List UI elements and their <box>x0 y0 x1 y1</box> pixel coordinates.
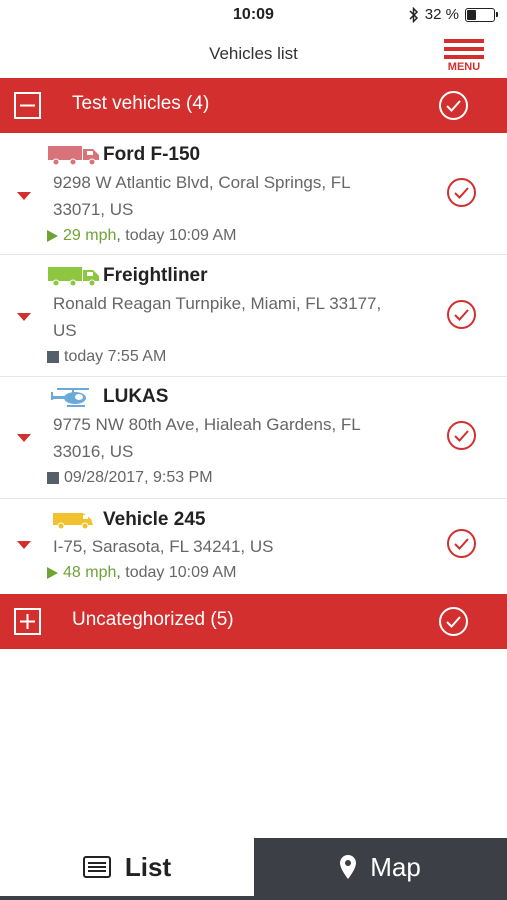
expand-icon[interactable] <box>14 608 41 635</box>
vehicle-name: Vehicle 245 <box>103 509 206 530</box>
group-header-uncateghorized[interactable]: Uncateghorized (5) <box>0 594 507 649</box>
nav-bar: Vehicles list MENU <box>0 30 507 78</box>
van-icon <box>53 513 93 530</box>
truck-icon <box>48 146 99 166</box>
check-circle-icon[interactable] <box>446 177 477 208</box>
caret-down-icon[interactable] <box>17 541 31 550</box>
address-line: I-75, Sarasota, FL 34241, US <box>53 537 274 556</box>
status-right: 32 % <box>409 6 498 23</box>
tab-list-label: List <box>124 851 172 882</box>
vehicle-speed: 48 mph <box>63 564 117 581</box>
tab-list[interactable]: List <box>0 838 254 896</box>
vehicle-time: , today 10:09 AM <box>116 227 237 244</box>
vehicle-row[interactable]: LUKAS 9775 NW 80th Ave, Hialeah Gardens,… <box>0 377 507 499</box>
battery-percent: 32 % <box>424 6 459 23</box>
vehicle-name: LUKAS <box>103 386 169 407</box>
tab-map-label: Map <box>370 851 421 882</box>
page-title: Vehicles list <box>209 44 298 63</box>
vehicle-name: Freightliner <box>103 265 208 286</box>
check-circle-icon[interactable] <box>446 528 477 559</box>
vehicle-address: 9775 NW 80th Ave, Hialeah Gardens, FL 33… <box>53 411 423 465</box>
vehicle-time: today 7:55 AM <box>64 348 167 365</box>
menu-bar-icon <box>444 55 484 59</box>
vehicle-address: I-75, Sarasota, FL 34241, US <box>53 533 423 560</box>
battery-fill <box>467 9 476 20</box>
vehicle-row[interactable]: Vehicle 245 I-75, Sarasota, FL 34241, US… <box>0 499 507 594</box>
group-label: Test vehicles (4) <box>72 93 210 114</box>
address-line: Ronald Reagan Turnpike, Miami, FL 33177, <box>53 294 382 313</box>
vehicle-status: today 7:55 AM <box>47 348 166 366</box>
collapse-icon[interactable] <box>14 92 41 119</box>
caret-down-icon[interactable] <box>17 313 31 322</box>
vehicle-row[interactable]: Freightliner Ronald Reagan Turnpike, Mia… <box>0 255 507 377</box>
caret-down-icon[interactable] <box>17 434 31 443</box>
check-circle-icon[interactable] <box>438 606 469 637</box>
menu-bar-icon <box>444 47 484 51</box>
vehicle-time: , today 10:09 AM <box>116 564 237 581</box>
address-line: 9298 W Atlantic Blvd, Coral Springs, FL <box>53 173 351 192</box>
battery-icon <box>465 7 498 22</box>
vehicle-address: 9298 W Atlantic Blvd, Coral Springs, FL … <box>53 169 423 223</box>
stopped-icon <box>47 472 59 484</box>
moving-icon <box>47 567 58 579</box>
map-pin-icon <box>340 855 357 879</box>
check-circle-icon[interactable] <box>446 299 477 330</box>
vehicle-status: 29 mph , today 10:09 AM <box>47 227 236 245</box>
stopped-icon <box>47 351 59 363</box>
caret-down-icon[interactable] <box>17 192 31 201</box>
vehicle-speed: 29 mph <box>63 227 117 244</box>
check-circle-icon[interactable] <box>446 420 477 451</box>
vehicle-row[interactable]: Ford F-150 9298 W Atlantic Blvd, Coral S… <box>0 133 507 255</box>
tab-bar: List Map <box>0 838 507 900</box>
vehicle-status: 09/28/2017, 9:53 PM <box>47 469 213 487</box>
tab-bar-underline <box>0 896 507 900</box>
address-line: 9775 NW 80th Ave, Hialeah Gardens, FL <box>53 415 361 434</box>
address-line: US <box>53 321 77 340</box>
tab-map[interactable]: Map <box>254 838 507 896</box>
vehicle-status: 48 mph , today 10:09 AM <box>47 564 236 582</box>
address-line: 33071, US <box>53 200 134 219</box>
helicopter-icon <box>51 388 89 407</box>
vehicle-address: Ronald Reagan Turnpike, Miami, FL 33177,… <box>53 290 423 344</box>
address-line: 33016, US <box>53 442 134 461</box>
vehicle-time: 09/28/2017, 9:53 PM <box>64 469 213 486</box>
bluetooth-icon <box>409 6 418 23</box>
menu-button[interactable]: MENU <box>443 39 485 75</box>
status-bar: 10:09 32 % <box>0 0 507 30</box>
vehicle-name: Ford F-150 <box>103 144 201 165</box>
group-header-test-vehicles[interactable]: Test vehicles (4) <box>0 78 507 133</box>
list-icon <box>82 856 111 878</box>
moving-icon <box>47 230 58 242</box>
check-circle-icon[interactable] <box>438 90 469 121</box>
menu-bar-icon <box>444 39 484 43</box>
truck-icon <box>48 267 99 287</box>
group-label: Uncateghorized (5) <box>72 609 234 630</box>
menu-label: MENU <box>447 61 481 73</box>
